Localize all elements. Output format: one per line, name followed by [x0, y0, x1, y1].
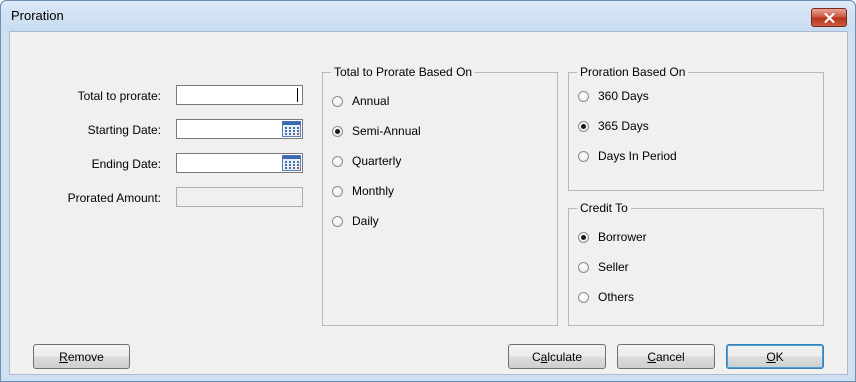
dialog-body: Total to prorate: Starting Date: Ending … — [9, 31, 848, 375]
ok-button[interactable]: OK — [726, 344, 824, 369]
credit-to-title: Credit To — [577, 201, 631, 215]
total-to-prorate-input[interactable] — [176, 85, 303, 105]
proration-dialog: Proration Total to prorate: Starting Dat… — [0, 0, 856, 382]
credit-to-group: Credit To Borrower Seller Others — [568, 201, 824, 326]
radio-365-days[interactable]: 365 Days — [578, 118, 649, 134]
calendar-icon[interactable] — [282, 121, 301, 137]
radio-button — [578, 120, 589, 132]
radio-monthly[interactable]: Monthly — [332, 183, 394, 199]
window-title: Proration — [11, 8, 64, 23]
radio-days-in-period[interactable]: Days In Period — [578, 148, 677, 164]
remove-button[interactable]: Remove — [33, 344, 130, 369]
text-caret — [297, 88, 298, 102]
radio-button — [332, 125, 343, 137]
close-button[interactable] — [811, 8, 847, 27]
total-to-prorate-label: Total to prorate: — [77, 89, 161, 103]
close-icon — [824, 12, 834, 23]
prorated-amount-label: Prorated Amount: — [67, 191, 161, 205]
radio-button — [578, 231, 589, 243]
ending-date-label: Ending Date: — [91, 157, 161, 171]
radio-button — [578, 291, 589, 303]
radio-button — [332, 185, 343, 197]
radio-quarterly[interactable]: Quarterly — [332, 153, 401, 169]
prorated-amount-field — [176, 187, 303, 207]
radio-others[interactable]: Others — [578, 289, 634, 305]
ending-date-input[interactable] — [176, 153, 303, 173]
radio-seller[interactable]: Seller — [578, 259, 629, 275]
starting-date-label: Starting Date: — [87, 123, 161, 137]
radio-daily[interactable]: Daily — [332, 213, 379, 229]
radio-button — [578, 261, 589, 273]
calendar-icon[interactable] — [282, 155, 301, 171]
starting-date-input[interactable] — [176, 119, 303, 139]
radio-borrower[interactable]: Borrower — [578, 229, 647, 245]
radio-button — [578, 150, 589, 162]
based-on-group-title: Total to Prorate Based On — [331, 65, 476, 79]
radio-button — [332, 155, 343, 167]
title-bar[interactable]: Proration — [1, 1, 855, 31]
based-on-group: Total to Prorate Based On Annual Semi-An… — [322, 65, 558, 326]
cancel-button[interactable]: Cancel — [617, 344, 715, 369]
radio-semi-annual[interactable]: Semi-Annual — [332, 123, 421, 139]
radio-button — [332, 95, 343, 107]
proration-based-on-title: Proration Based On — [577, 65, 689, 79]
proration-based-on-group: Proration Based On 360 Days 365 Days Day… — [568, 65, 824, 191]
calculate-button[interactable]: Calculate — [508, 344, 606, 369]
radio-button — [578, 90, 589, 102]
radio-360-days[interactable]: 360 Days — [578, 88, 649, 104]
radio-button — [332, 215, 343, 227]
radio-annual[interactable]: Annual — [332, 93, 389, 109]
